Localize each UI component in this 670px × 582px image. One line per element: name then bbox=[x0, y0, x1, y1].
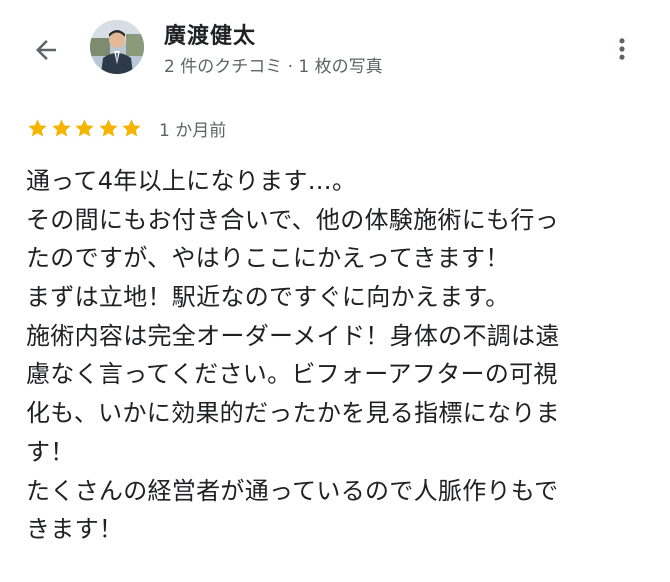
arrow-back-icon bbox=[36, 40, 56, 60]
star-icon bbox=[51, 118, 71, 137]
user-photo bbox=[90, 20, 144, 74]
review-line: たのですが、やはりここにかえってきます！ bbox=[26, 244, 510, 273]
review-line: 通って4年以上になります…。 bbox=[26, 167, 357, 195]
back-button[interactable] bbox=[26, 30, 66, 70]
more-vert-icon bbox=[619, 38, 625, 60]
review-line: 施術内容は完全オーダーメイド！身体の不調は遠 bbox=[26, 321, 560, 350]
review-line: きます！ bbox=[26, 515, 124, 544]
review-line: まずは立地！駅近なのですぐに向かえます。 bbox=[26, 283, 510, 312]
review-time: 1 か月前 bbox=[158, 120, 227, 141]
reviewer-stats: 2 件のクチコミ · 1 枚の写真 bbox=[164, 57, 383, 77]
star-icon bbox=[75, 118, 94, 137]
more-options-button[interactable] bbox=[604, 28, 640, 70]
review-line: 化も、いかに効果的だったかを見る指標になりま bbox=[26, 399, 560, 428]
star-rating bbox=[26, 117, 144, 140]
reviewer-name[interactable]: 廣渡健太 bbox=[164, 18, 256, 50]
rating-row: 1 か月前 bbox=[26, 114, 226, 142]
avatar[interactable] bbox=[90, 20, 144, 74]
review-header: 廣渡健太 2 件のクチコミ · 1 枚の写真 bbox=[0, 0, 670, 96]
star-icon bbox=[122, 118, 141, 137]
review-line: す！ bbox=[26, 437, 75, 466]
review-line: その間にもお付き合いで、他の体験施術にも行っ bbox=[26, 205, 559, 234]
star-icon bbox=[99, 118, 118, 137]
star-icon bbox=[28, 118, 47, 137]
review-text: 通って4年以上になります…。その間にもお付き合いで、他の体験施術にも行っ たのです… bbox=[26, 162, 646, 549]
review-line: 慮なく言ってください。ビフォーアフターの可視 bbox=[26, 360, 558, 389]
review-line: たくさんの経営者が通っているので人脈作りもで bbox=[26, 476, 559, 505]
